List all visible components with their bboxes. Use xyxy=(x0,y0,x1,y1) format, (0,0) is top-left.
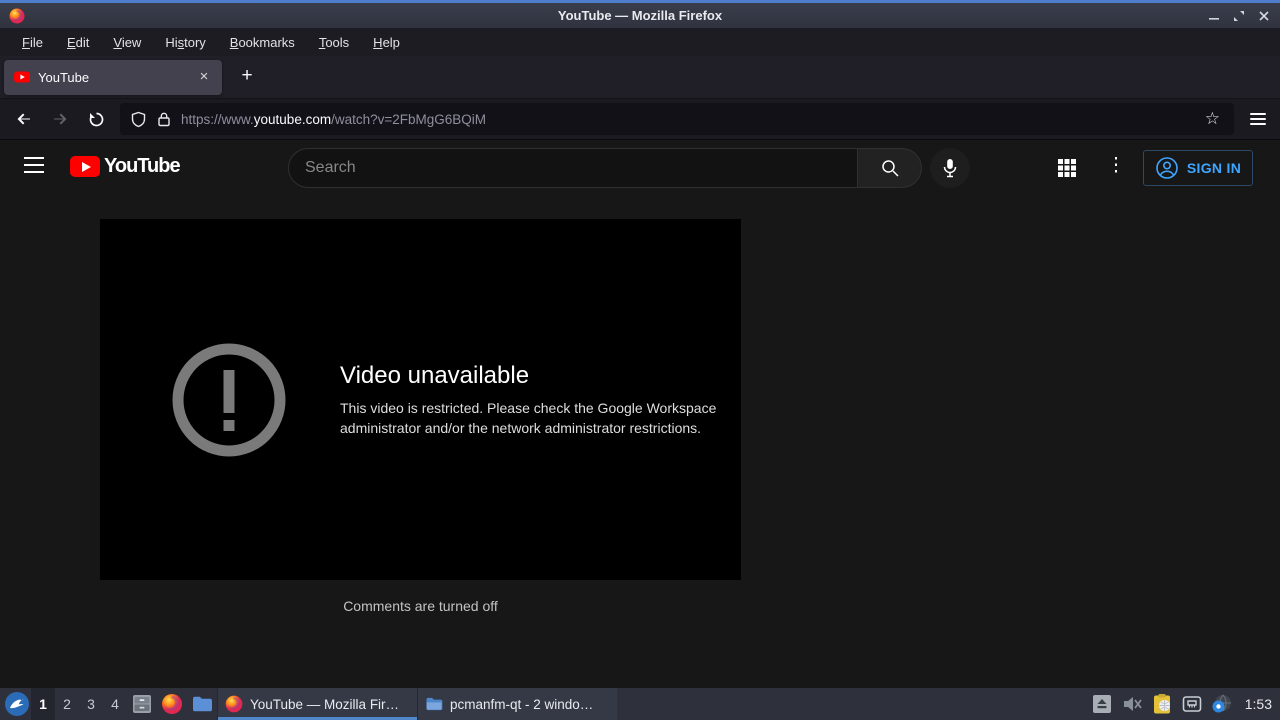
clock[interactable]: 1:53 xyxy=(1245,696,1272,712)
error-exclamation-icon xyxy=(172,343,286,456)
start-menu-button[interactable] xyxy=(3,690,31,718)
file-manager-launcher[interactable] xyxy=(127,688,157,720)
youtube-favicon-icon xyxy=(14,71,30,83)
url-text[interactable]: https://www.youtube.com/watch?v=2FbMgG6B… xyxy=(181,112,1201,127)
firefox-icon xyxy=(225,695,243,713)
voice-search-button[interactable] xyxy=(930,148,970,188)
clipboard-manager-icon[interactable] xyxy=(1151,693,1173,715)
task-button-pcmanfm[interactable]: pcmanfm-qt - 2 windo… xyxy=(417,688,617,720)
window-title: YouTube — Mozilla Firefox xyxy=(557,8,723,23)
search-icon xyxy=(881,160,899,177)
apps-grid-icon xyxy=(1058,159,1076,177)
comments-status: Comments are turned off xyxy=(343,598,498,614)
workspace-4[interactable]: 4 xyxy=(103,688,127,720)
menu-tools[interactable]: Tools xyxy=(307,31,361,54)
video-player: Video unavailable This video is restrict… xyxy=(100,219,741,580)
desktop-launcher[interactable] xyxy=(187,688,217,720)
workspace-3[interactable]: 3 xyxy=(79,688,103,720)
youtube-wordmark: YouTube xyxy=(104,155,181,177)
error-message: This video is restricted. Please check t… xyxy=(340,399,717,436)
system-tray: 1:53 xyxy=(1091,693,1280,715)
volume-muted-icon[interactable] xyxy=(1121,693,1143,715)
microphone-icon xyxy=(943,159,957,178)
folder-icon xyxy=(426,697,443,711)
youtube-page: YouTube ⋮ xyxy=(0,140,1280,688)
sign-in-label: SIGN IN xyxy=(1186,160,1242,176)
url-bar[interactable]: https://www.youtube.com/watch?v=2FbMgG6B… xyxy=(120,103,1234,135)
search-button[interactable] xyxy=(858,148,922,188)
sign-in-button[interactable]: SIGN IN xyxy=(1143,150,1253,186)
reload-button[interactable] xyxy=(80,103,112,135)
firefox-icon xyxy=(162,694,182,714)
titlebar[interactable]: YouTube — Mozilla Firefox xyxy=(0,3,1280,28)
guide-hamburger-icon[interactable] xyxy=(24,157,44,173)
workspace-2[interactable]: 2 xyxy=(55,688,79,720)
tab-bar: YouTube × + xyxy=(0,56,1280,99)
tab-youtube[interactable]: YouTube × xyxy=(4,59,222,95)
tracking-shield-icon[interactable] xyxy=(130,111,147,128)
account-icon xyxy=(1156,157,1178,179)
more-options-icon[interactable]: ⋮ xyxy=(1106,154,1126,177)
removable-media-icon[interactable] xyxy=(1091,693,1113,715)
network-ethernet-icon[interactable] xyxy=(1181,693,1203,715)
restore-button[interactable] xyxy=(1231,8,1247,24)
file-cabinet-icon xyxy=(133,695,151,713)
network-status-globe-icon[interactable] xyxy=(1211,693,1233,715)
menu-edit[interactable]: Edit xyxy=(55,31,101,54)
workspace-1[interactable]: 1 xyxy=(31,688,55,720)
back-button[interactable] xyxy=(8,103,40,135)
search-input[interactable] xyxy=(288,148,858,188)
minimize-button[interactable] xyxy=(1206,8,1222,24)
menubar: File Edit View History Bookmarks Tools H… xyxy=(0,28,1280,56)
tab-close-icon[interactable]: × xyxy=(194,67,214,87)
error-title: Video unavailable xyxy=(340,361,530,389)
forward-button[interactable] xyxy=(44,103,76,135)
apps-grid-button[interactable] xyxy=(1055,156,1079,185)
tab-label: YouTube xyxy=(38,69,90,85)
menu-help[interactable]: Help xyxy=(361,31,412,54)
menu-file[interactable]: File xyxy=(10,31,55,54)
task-button-firefox[interactable]: YouTube — Mozilla Fir… xyxy=(217,688,417,720)
new-tab-button[interactable]: + xyxy=(232,62,262,92)
task-label: YouTube — Mozilla Fir… xyxy=(250,696,400,712)
navigation-toolbar: https://www.youtube.com/watch?v=2FbMgG6B… xyxy=(0,99,1280,140)
menu-view[interactable]: View xyxy=(101,31,153,54)
lock-icon[interactable] xyxy=(157,111,171,127)
firefox-window: YouTube — Mozilla Firefox File Edit View… xyxy=(0,0,1280,720)
menu-history[interactable]: History xyxy=(153,31,217,54)
bookmark-star-icon[interactable]: ☆ xyxy=(1201,109,1224,129)
youtube-logo[interactable]: YouTube xyxy=(70,155,181,178)
lxqt-bird-icon xyxy=(5,692,29,716)
youtube-play-icon xyxy=(70,156,100,177)
task-label: pcmanfm-qt - 2 windo… xyxy=(450,696,594,712)
taskbar: 1 2 3 4 YouTube — Mozilla Fir… pcmanfm-q… xyxy=(0,688,1280,720)
app-menu-button[interactable] xyxy=(1242,103,1274,135)
menu-bookmarks[interactable]: Bookmarks xyxy=(218,31,307,54)
youtube-masthead: YouTube ⋮ xyxy=(0,140,1280,196)
firefox-launcher[interactable] xyxy=(157,688,187,720)
blue-folder-icon xyxy=(193,696,212,712)
close-button[interactable] xyxy=(1256,8,1272,24)
